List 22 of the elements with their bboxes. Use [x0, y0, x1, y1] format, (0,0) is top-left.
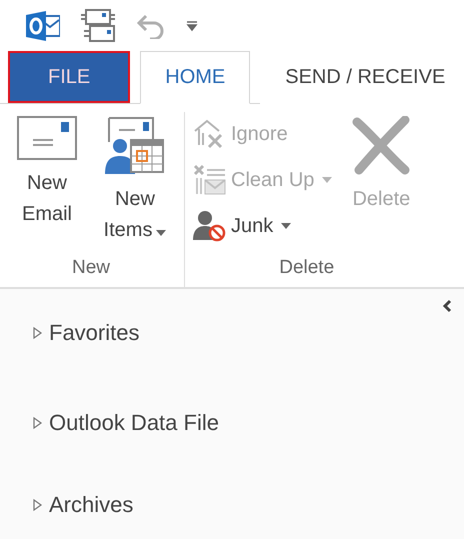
- caret-icon: [156, 230, 166, 236]
- group-label: New: [70, 256, 111, 280]
- folder-header[interactable]: Archives: [20, 481, 134, 529]
- send-receive-icon[interactable]: [80, 8, 116, 43]
- file-tab[interactable]: FILE: [8, 51, 130, 104]
- customize-dropdown-icon[interactable]: [186, 20, 198, 32]
- folder-header[interactable]: Outlook Data File: [20, 399, 219, 447]
- cleanup-icon: [193, 164, 227, 196]
- ribbon-button[interactable]: New Email: [8, 112, 86, 253]
- collapse-chevron-icon[interactable]: [442, 299, 452, 313]
- outlook-logo-icon[interactable]: [26, 10, 60, 41]
- ribbon-button[interactable]: Junk: [193, 206, 332, 246]
- delete-icon: [351, 116, 412, 176]
- folder-header[interactable]: Favorites: [20, 309, 140, 357]
- envelope-person-calendar-icon: [105, 116, 165, 176]
- ribbon-button[interactable]: New Items: [96, 112, 174, 253]
- ribbon-tab[interactable]: HOME: [140, 51, 250, 104]
- group-label: Delete: [278, 256, 336, 280]
- caret-icon: [322, 177, 332, 184]
- envelope-icon: [17, 116, 77, 160]
- person-block-icon: [193, 210, 227, 242]
- caret-icon: [281, 223, 292, 230]
